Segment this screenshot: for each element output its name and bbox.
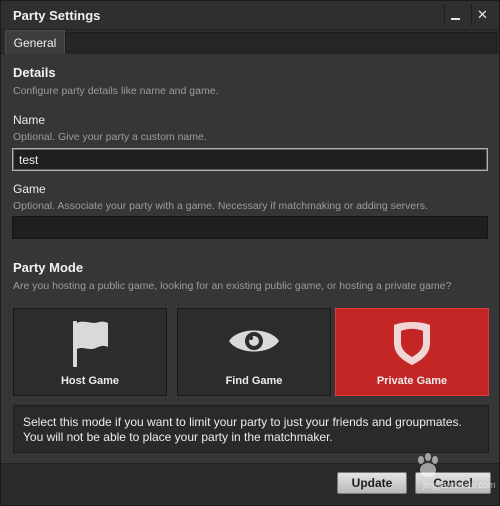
title-bar[interactable]: Party Settings ✕: [1, 1, 499, 30]
host-game-option[interactable]: Host Game: [13, 308, 167, 396]
game-hint: Optional. Associate your party with a ga…: [13, 200, 428, 212]
shield-icon: [335, 319, 489, 365]
party-mode-heading: Party Mode: [13, 260, 84, 275]
window-title: Party Settings: [13, 8, 101, 23]
minimize-button[interactable]: [444, 4, 466, 26]
flag-icon: [13, 319, 167, 367]
tab-general[interactable]: General: [5, 30, 65, 54]
host-game-label: Host Game: [60, 375, 120, 387]
tab-bar: General: [1, 30, 499, 54]
details-heading: Details: [13, 65, 56, 80]
close-icon: ✕: [477, 7, 488, 22]
private-game-label: Private Game: [376, 375, 448, 387]
name-input[interactable]: [12, 148, 488, 171]
update-button[interactable]: Update: [337, 472, 407, 494]
cancel-button[interactable]: Cancel: [415, 472, 491, 494]
find-game-label: Find Game: [225, 375, 283, 387]
party-settings-window: Party Settings ✕ General Details Configu…: [0, 0, 500, 506]
name-label: Name: [13, 113, 46, 127]
tab-label: General: [13, 35, 57, 50]
eye-icon: [177, 319, 331, 365]
party-mode-description: Are you hosting a public game, looking f…: [13, 280, 452, 292]
name-hint: Optional. Give your party a custom name.: [13, 131, 207, 143]
mode-description-text: Select this mode if you want to limit yo…: [23, 415, 462, 444]
find-game-option[interactable]: Find Game: [177, 308, 331, 396]
tab-bar-empty-area: [65, 32, 497, 52]
close-button[interactable]: ✕: [471, 4, 493, 26]
game-input[interactable]: [12, 216, 488, 239]
private-game-option[interactable]: Private Game: [335, 308, 489, 396]
game-label: Game: [13, 182, 46, 196]
mode-description-box: Select this mode if you want to limit yo…: [13, 405, 489, 453]
minimize-icon: [451, 18, 460, 20]
details-description: Configure party details like name and ga…: [13, 85, 219, 97]
